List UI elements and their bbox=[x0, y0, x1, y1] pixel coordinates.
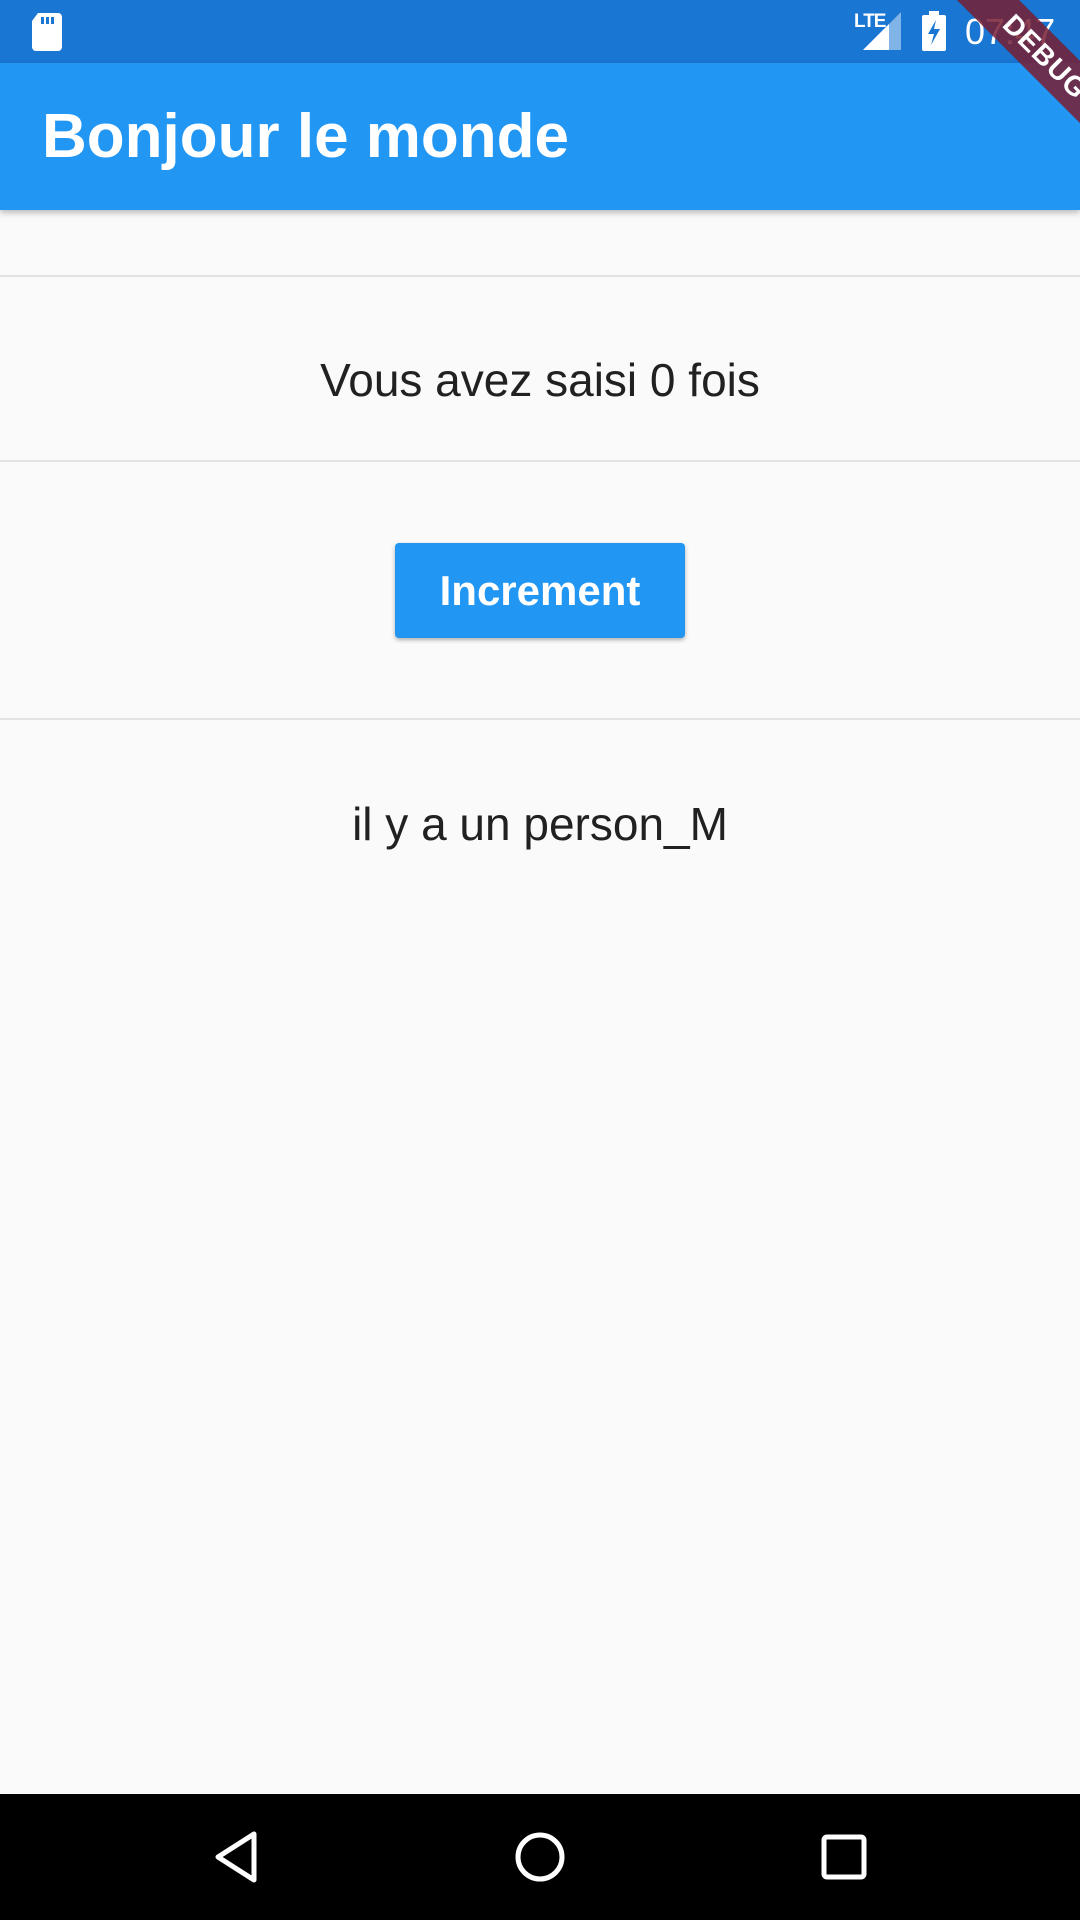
divider-bottom bbox=[0, 718, 1080, 720]
sd-card-icon bbox=[32, 13, 62, 51]
home-button[interactable] bbox=[470, 1794, 610, 1920]
person-text: il y a un person_M bbox=[352, 798, 728, 850]
back-icon bbox=[215, 1831, 257, 1883]
home-icon bbox=[515, 1832, 565, 1882]
counter-text: Vous avez saisi 0 fois bbox=[320, 354, 760, 406]
battery-charging-icon bbox=[922, 11, 946, 51]
signal-icon bbox=[863, 12, 901, 50]
divider-middle bbox=[0, 460, 1080, 462]
app-bar: Bonjour le monde bbox=[0, 63, 1080, 210]
navigation-bar bbox=[0, 1794, 1080, 1920]
clock: 07:47 bbox=[965, 11, 1056, 52]
page-title: Bonjour le monde bbox=[42, 102, 569, 171]
back-button[interactable] bbox=[167, 1794, 307, 1920]
recents-icon bbox=[821, 1834, 867, 1880]
recents-button[interactable] bbox=[774, 1794, 914, 1920]
status-bar: LTE 07:47 bbox=[0, 0, 1080, 63]
main-content: Vous avez saisi 0 fois Increment il y a … bbox=[0, 210, 1080, 1794]
increment-button[interactable]: Increment bbox=[395, 543, 685, 638]
divider-top bbox=[0, 275, 1080, 277]
